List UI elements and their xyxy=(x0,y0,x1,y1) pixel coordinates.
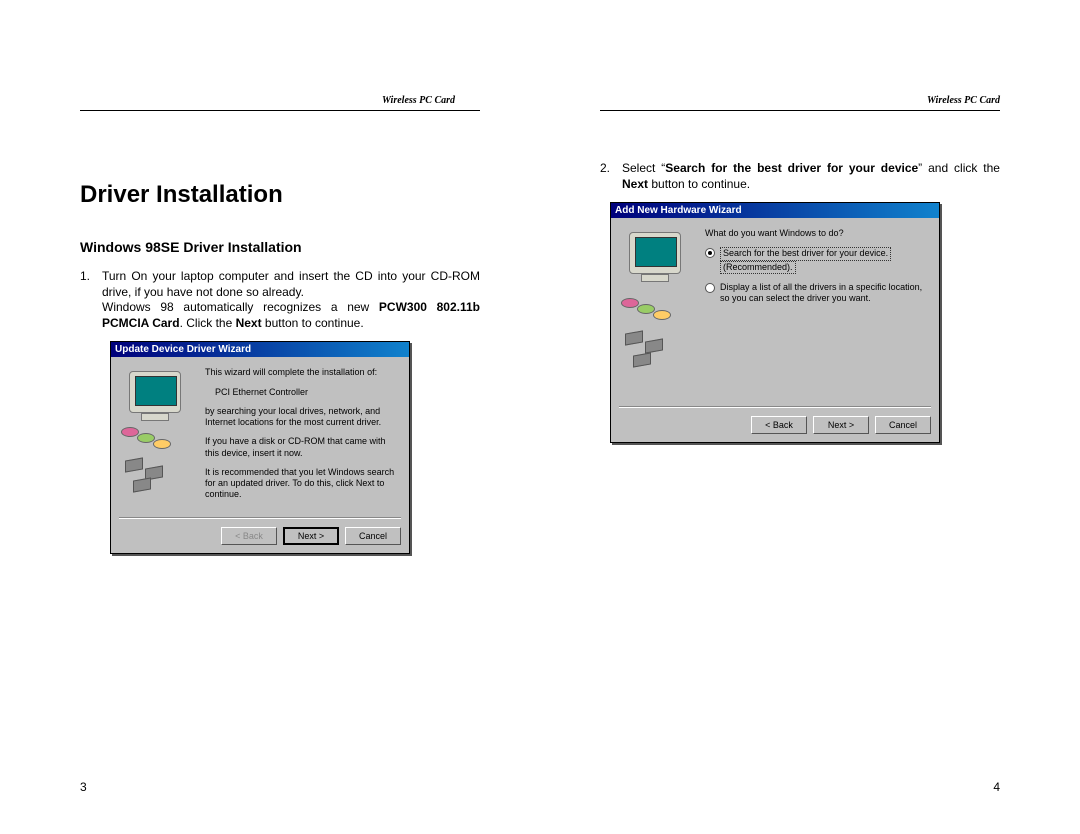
disc-icon xyxy=(637,304,655,314)
radio-text-selected: (Recommended). xyxy=(720,261,796,274)
add-new-hardware-wizard-dialog: Add New Hardware Wizard What do you want… xyxy=(610,202,940,443)
option-bold: Search for the best driver for your devi… xyxy=(665,161,918,175)
page-number-right: 4 xyxy=(993,780,1000,794)
step-number: 1. xyxy=(80,269,102,331)
step-2: 2. Select “Search for the best driver fo… xyxy=(600,161,1000,192)
disc-icon xyxy=(153,439,171,449)
cancel-button[interactable]: Cancel xyxy=(345,527,401,545)
radio-option-search[interactable]: Search for the best driver for your devi… xyxy=(705,247,931,274)
chip-icon xyxy=(133,478,151,493)
disc-icon xyxy=(621,298,639,308)
radio-icon[interactable] xyxy=(705,248,715,258)
step-text: Turn On your laptop computer and insert … xyxy=(102,269,480,299)
dialog-line: This wizard will complete the installati… xyxy=(205,367,401,378)
dialog-line: It is recommended that you let Windows s… xyxy=(205,467,401,501)
dialog-button-row: < Back Next > Cancel xyxy=(611,410,939,442)
spacer xyxy=(600,111,1000,161)
page-number-left: 3 xyxy=(80,780,87,794)
cancel-button[interactable]: Cancel xyxy=(875,416,931,434)
step-text: button to continue. xyxy=(262,316,364,330)
dialog-body: What do you want Windows to do? Search f… xyxy=(611,218,939,404)
header-right-label: Wireless PC Card xyxy=(600,95,1000,106)
update-driver-wizard-dialog: Update Device Driver Wizard This wizard … xyxy=(110,341,410,553)
dialog-button-row: < Back Next > Cancel xyxy=(111,521,409,553)
dialog-separator xyxy=(619,406,931,408)
step-body: Select “Search for the best driver for y… xyxy=(622,161,1000,192)
dialog-titlebar: Update Device Driver Wizard xyxy=(111,342,409,357)
dialog-line: If you have a disk or CD-ROM that came w… xyxy=(205,436,401,459)
chip-icon xyxy=(125,458,143,473)
page-right: Wireless PC Card 2. Select “Search for t… xyxy=(540,0,1080,834)
back-button[interactable]: < Back xyxy=(221,527,277,545)
radio-label: Search for the best driver for your devi… xyxy=(720,247,931,274)
dialog-separator xyxy=(119,517,401,519)
step-text: button to continue. xyxy=(648,177,750,191)
dialog-titlebar: Add New Hardware Wizard xyxy=(611,203,939,218)
dialog-1-container: Update Device Driver Wizard This wizard … xyxy=(110,341,480,553)
monitor-base-icon xyxy=(141,413,169,421)
next-button[interactable]: Next > xyxy=(813,416,869,434)
step-text: ” and click the xyxy=(918,161,1000,175)
step-text: . Click the xyxy=(180,316,236,330)
step-body: Turn On your laptop computer and insert … xyxy=(102,269,480,331)
monitor-base-icon xyxy=(641,274,669,282)
header-rule-left xyxy=(80,110,480,111)
radio-label: Display a list of all the drivers in a s… xyxy=(720,282,931,305)
radio-text-selected: Search for the best driver for your devi… xyxy=(720,247,891,260)
step-text: Select “ xyxy=(622,161,665,175)
dialog-body: This wizard will complete the installati… xyxy=(111,357,409,514)
next-label: Next xyxy=(622,177,648,191)
wizard-illustration xyxy=(619,228,699,398)
dialog-text: This wizard will complete the installati… xyxy=(199,367,401,508)
wizard-illustration xyxy=(119,367,199,507)
back-button[interactable]: < Back xyxy=(751,416,807,434)
chip-icon xyxy=(633,353,651,368)
section-title: Windows 98SE Driver Installation xyxy=(80,239,480,255)
monitor-icon xyxy=(129,371,181,413)
step-1: 1. Turn On your laptop computer and inse… xyxy=(80,269,480,331)
dialog-device: PCI Ethernet Controller xyxy=(205,387,401,398)
page-left: Wireless PC Card Driver Installation Win… xyxy=(0,0,540,834)
step-number: 2. xyxy=(600,161,622,192)
radio-icon[interactable] xyxy=(705,283,715,293)
chip-icon xyxy=(645,339,663,354)
dialog-2-container: Add New Hardware Wizard What do you want… xyxy=(610,202,1000,443)
dialog-line: by searching your local drives, network,… xyxy=(205,406,401,429)
next-label: Next xyxy=(236,316,262,330)
step-text: Windows 98 automatically recognizes a ne… xyxy=(102,300,379,314)
dialog-text: What do you want Windows to do? Search f… xyxy=(699,228,931,398)
monitor-icon xyxy=(629,232,681,274)
page-title: Driver Installation xyxy=(80,181,480,209)
chip-icon xyxy=(625,331,643,346)
dialog-prompt: What do you want Windows to do? xyxy=(705,228,931,239)
radio-option-list[interactable]: Display a list of all the drivers in a s… xyxy=(705,282,931,305)
next-button[interactable]: Next > xyxy=(283,527,339,545)
disc-icon xyxy=(653,310,671,320)
header-left-label: Wireless PC Card xyxy=(80,95,455,106)
